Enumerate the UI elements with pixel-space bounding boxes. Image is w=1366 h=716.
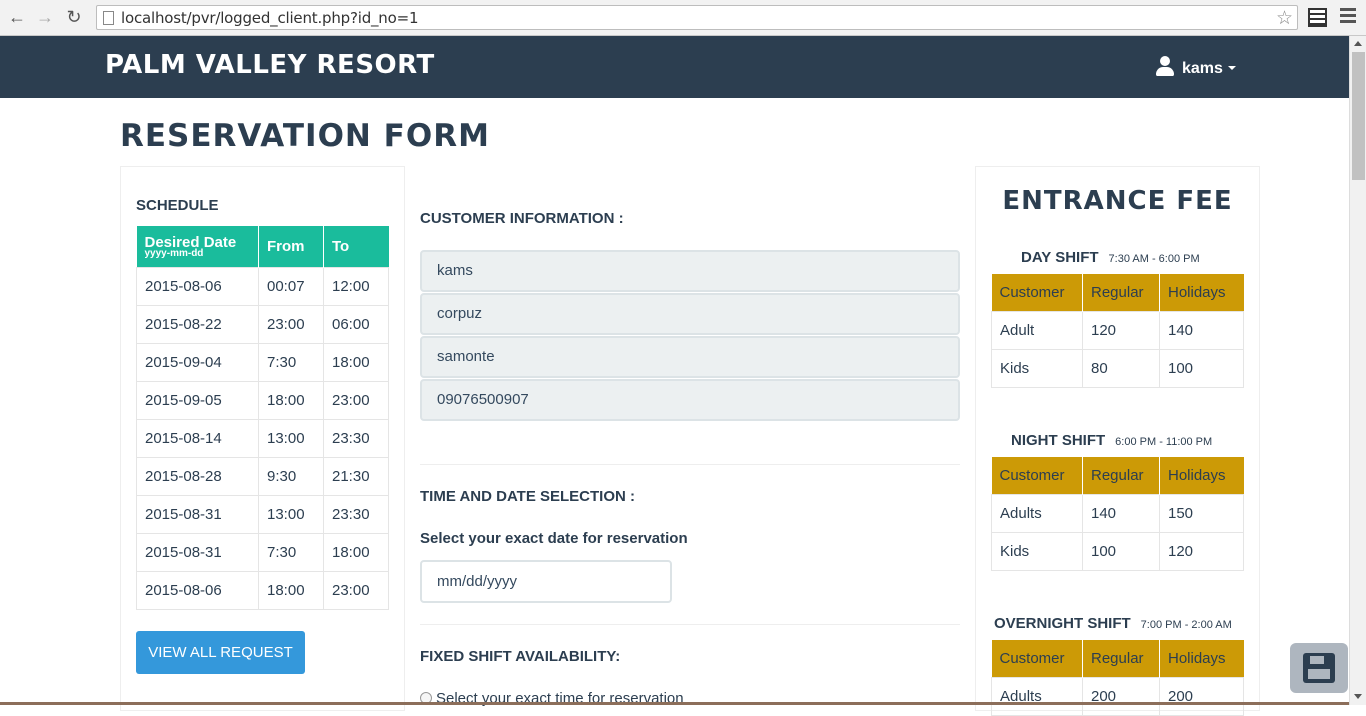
schedule-table: Desired Date yyyy-mm-dd From To 2015-08-0… (136, 226, 389, 610)
site-brand[interactable]: PALM VALLEY RESORT (105, 50, 435, 80)
night-shift-heading: NIGHT SHIFT 6:00 PM - 11:00 PM (1011, 432, 1213, 449)
caret-down-icon (1227, 66, 1236, 70)
table-row: 2015-08-06 18:00 23:00 (136, 570, 389, 610)
divider (420, 624, 960, 625)
save-button[interactable] (1290, 643, 1348, 693)
last-name-field[interactable]: corpuz (420, 293, 960, 335)
table-row: Adults 140 150 (991, 493, 1244, 533)
fixed-shift-heading: FIXED SHIFT AVAILABILITY: (420, 648, 621, 665)
scroll-thumb[interactable] (1352, 52, 1365, 180)
table-row: Kids 80 100 (991, 348, 1244, 388)
column-header-date: Desired Date yyyy-mm-dd (136, 226, 259, 267)
reservation-date-input[interactable]: mm/dd/yyyy (420, 560, 672, 603)
table-row: 2015-08-06 00:07 12:00 (136, 266, 389, 306)
browser-toolbar: ← → ↻ localhost/pvr/logged_client.php?id… (0, 0, 1366, 36)
first-name-field[interactable]: kams (420, 250, 960, 292)
page-title: RESERVATION FORM (120, 118, 490, 154)
user-name: kams (1182, 60, 1223, 77)
scroll-down-icon[interactable] (1354, 694, 1362, 699)
customer-info-heading: CUSTOMER INFORMATION : (420, 210, 624, 227)
table-row: 2015-08-22 23:00 06:00 (136, 304, 389, 344)
site-navbar: PALM VALLEY RESORT kams (0, 36, 1349, 98)
user-icon (1156, 56, 1174, 76)
menu-icon[interactable] (1340, 8, 1356, 26)
table-row: 2015-09-04 7:30 18:00 (136, 342, 389, 382)
middle-name-field[interactable]: samonte (420, 336, 960, 378)
scroll-up-icon[interactable] (1354, 41, 1362, 46)
day-shift-table: Customer Regular Holidays Adult 120 140 Ki… (991, 274, 1244, 388)
view-all-request-button[interactable]: VIEW ALL REQUEST (136, 631, 305, 674)
column-header-to: To (323, 226, 389, 267)
forward-arrow-icon[interactable]: → (34, 6, 56, 28)
entrance-fee-title: ENTRANCE FEE (1002, 186, 1233, 216)
page-scrollbar[interactable] (1349, 36, 1366, 705)
star-icon[interactable]: ☆ (1276, 7, 1293, 30)
column-header-from: From (258, 226, 324, 267)
night-shift-table: Customer Regular Holidays Adults 140 150 K… (991, 457, 1244, 571)
table-row: 2015-08-14 13:00 23:30 (136, 418, 389, 458)
schedule-heading: SCHEDULE (136, 197, 219, 214)
table-row: 2015-08-31 7:30 18:00 (136, 532, 389, 572)
user-menu[interactable]: kams (1156, 56, 1236, 78)
address-bar[interactable]: localhost/pvr/logged_client.php?id_no=1 … (96, 5, 1298, 30)
table-row: 2015-09-05 18:00 23:00 (136, 380, 389, 420)
page-icon (103, 11, 114, 25)
phone-field[interactable]: 09076500907 (420, 379, 960, 421)
url-text: localhost/pvr/logged_client.php?id_no=1 (121, 9, 419, 27)
table-row: 2015-08-28 9:30 21:30 (136, 456, 389, 496)
table-row: Adult 120 140 (991, 310, 1244, 350)
reload-icon[interactable]: ↻ (63, 6, 85, 28)
date-prompt-label: Select your exact date for reservation (420, 530, 688, 547)
table-row: Adults 200 200 (991, 676, 1244, 716)
film-icon[interactable] (1308, 8, 1327, 27)
table-row: 2015-08-31 13:00 23:30 (136, 494, 389, 534)
back-arrow-icon[interactable]: ← (6, 6, 28, 28)
table-row: Kids 100 120 (991, 531, 1244, 571)
time-date-heading: TIME AND DATE SELECTION : (420, 488, 635, 505)
save-disk-icon (1303, 653, 1335, 683)
divider (420, 464, 960, 465)
day-shift-heading: DAY SHIFT 7:30 AM - 6:00 PM (1021, 249, 1200, 266)
overnight-shift-heading: OVERNIGHT SHIFT 7:00 PM - 2:00 AM (994, 615, 1232, 632)
